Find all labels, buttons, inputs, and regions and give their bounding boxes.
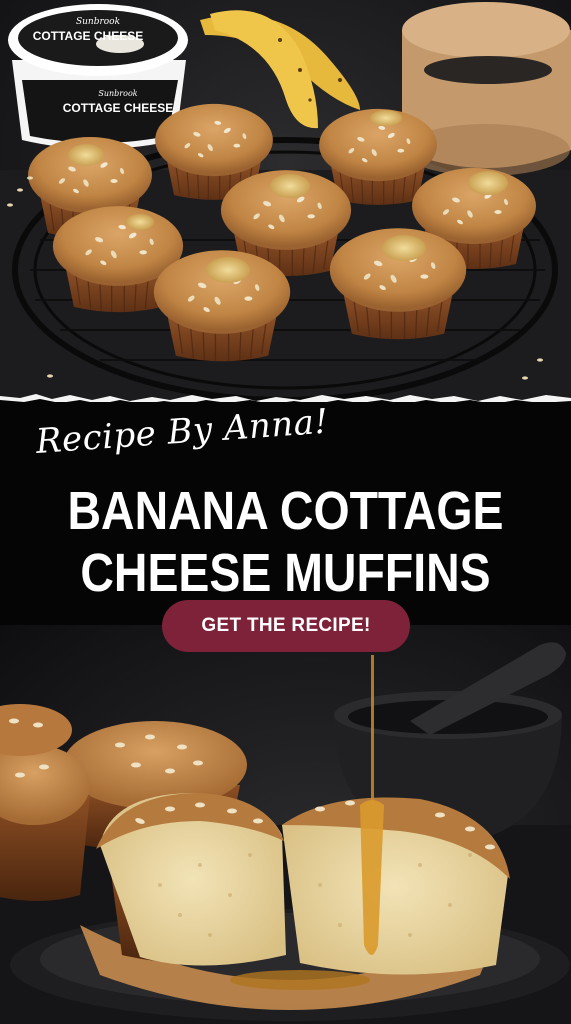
title-band-background: Recipe By Anna! BANANA COTTAGE CHEESE MU… [0,401,571,665]
container-brand-top: Sunbrook [76,17,120,27]
top-photo-illustration: Sunbrook COTTAGE CHEESE Sunbrook COTTAGE… [0,2,571,410]
top-photo-muffins-on-rack: Sunbrook COTTAGE CHEESE Sunbrook COTTAGE… [0,0,571,410]
get-the-recipe-button[interactable]: GET THE RECIPE! [162,600,410,652]
container-product-top: COTTAGE CHEESE [33,29,143,43]
container-brand-front: Sunbrook [98,89,137,98]
bottom-photo-split-muffin [0,625,571,1024]
container-product-front: COTTAGE CHEESE [63,101,173,115]
title-line-1: BANANA COTTAGE [67,481,504,541]
recipe-byline: Recipe By Anna! [34,401,330,462]
bottom-photo-illustration [0,642,571,1024]
